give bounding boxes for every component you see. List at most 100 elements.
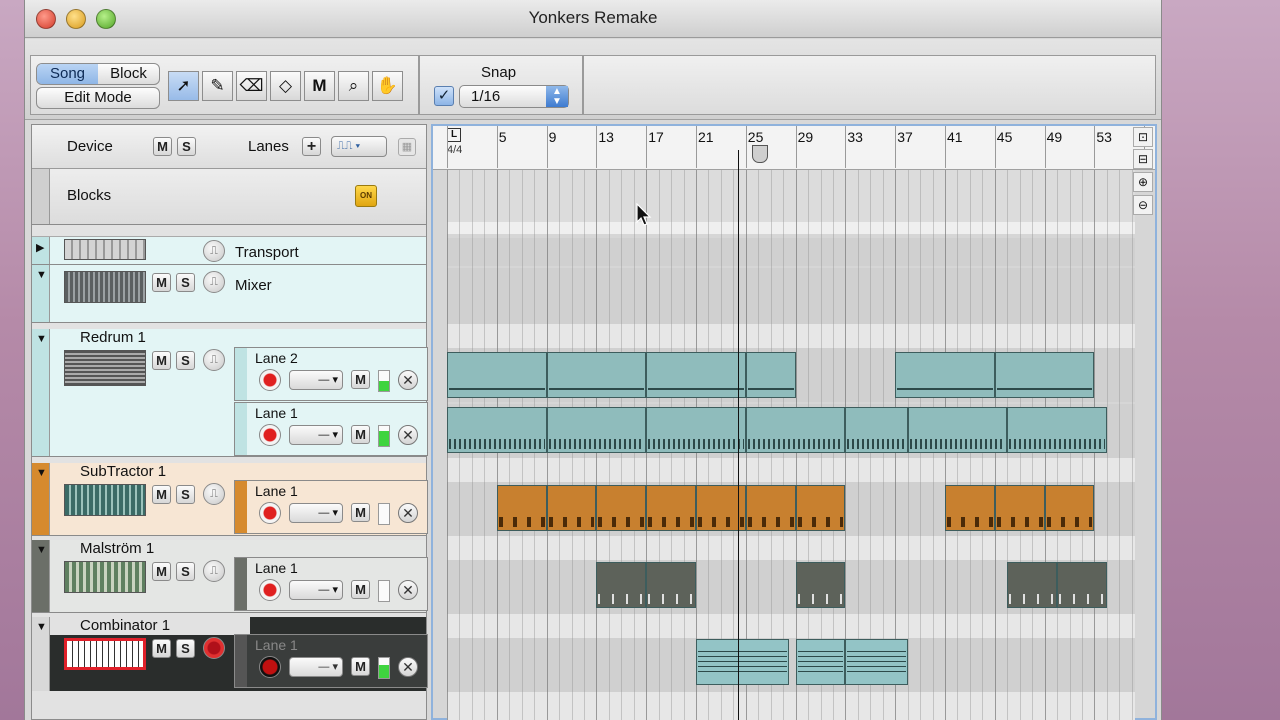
pattern-clip[interactable]: [1007, 562, 1058, 608]
pattern-clip[interactable]: [646, 562, 696, 608]
pattern-clip[interactable]: [907, 407, 1008, 453]
lane-view-icon[interactable]: ⊟: [1133, 149, 1153, 169]
pattern-clip[interactable]: [845, 639, 908, 685]
combinator-solo-button[interactable]: S: [176, 639, 195, 658]
pattern-clip[interactable]: [945, 485, 995, 531]
lane-handle[interactable]: [235, 348, 247, 400]
delete-lane-icon[interactable]: ✕: [398, 580, 418, 600]
collapse-arrow-icon[interactable]: ▼: [36, 333, 47, 345]
pattern-clip[interactable]: [994, 352, 1095, 398]
record-enable-button[interactable]: [259, 656, 281, 678]
lane-dropdown[interactable]: — ▾: [289, 370, 343, 390]
lane-mute-button[interactable]: M: [351, 370, 370, 389]
lane-dropdown[interactable]: — ▾: [289, 503, 343, 523]
lane-dropdown[interactable]: — ▾: [289, 580, 343, 600]
pattern-clip[interactable]: [795, 562, 846, 608]
zoom-out-icon[interactable]: ⊖: [1133, 195, 1153, 215]
hand-tool-icon[interactable]: ✋: [372, 71, 403, 101]
pattern-clip[interactable]: [895, 352, 995, 398]
mute-tool-icon[interactable]: M: [304, 71, 335, 101]
pattern-clip[interactable]: [546, 485, 597, 531]
collapse-arrow-icon[interactable]: ▼: [36, 467, 47, 479]
solo-all-button[interactable]: S: [177, 137, 196, 156]
track-options-icon[interactable]: ⎍: [203, 560, 225, 582]
lane-dropdown[interactable]: — ▾: [289, 425, 343, 445]
track-options-icon[interactable]: ⎍: [203, 240, 225, 262]
pattern-clip[interactable]: [994, 485, 1045, 531]
pattern-clip[interactable]: [795, 639, 846, 685]
song-position-line[interactable]: [738, 150, 739, 720]
block-mode-button[interactable]: Block: [98, 64, 159, 84]
pattern-clip[interactable]: [447, 352, 547, 398]
left-locator-marker[interactable]: L: [447, 128, 461, 142]
sequencer-arrangement[interactable]: L 4/4 5 9 13 17 21 25 29 33 37 41 45 49 53 ⊡ ⊟ ⊕ ⊖: [431, 124, 1157, 720]
delete-lane-icon[interactable]: ✕: [398, 503, 418, 523]
snap-value-select[interactable]: 1/16 ▲ ▼: [459, 85, 569, 108]
pattern-clip[interactable]: [646, 407, 746, 453]
track-options-icon[interactable]: ⎍: [203, 349, 225, 371]
redrum-mute-button[interactable]: M: [152, 351, 171, 370]
malstrom-solo-button[interactable]: S: [176, 562, 195, 581]
edit-mode-button[interactable]: Edit Mode: [36, 87, 160, 109]
pattern-clip[interactable]: [745, 352, 796, 398]
subtractor-mute-button[interactable]: M: [152, 485, 171, 504]
lane-mute-button[interactable]: M: [351, 657, 370, 676]
snap-checkbox[interactable]: ✓: [434, 86, 454, 106]
pattern-clip[interactable]: [496, 485, 547, 531]
record-enable-button[interactable]: [259, 424, 281, 446]
view-toggle-icon[interactable]: ⊡: [1133, 127, 1153, 147]
pattern-clip[interactable]: [745, 407, 846, 453]
collapse-arrow-icon[interactable]: ▼: [36, 621, 47, 633]
combinator-mute-button[interactable]: M: [152, 639, 171, 658]
pattern-clip[interactable]: [596, 485, 647, 531]
lane-mute-button[interactable]: M: [351, 580, 370, 599]
mixer-solo-button[interactable]: S: [176, 273, 195, 292]
magnify-tool-icon[interactable]: ⌕: [338, 71, 369, 101]
pattern-clip[interactable]: [795, 485, 846, 531]
stepper-icon[interactable]: ▲ ▼: [546, 86, 568, 107]
subtractor-solo-button[interactable]: S: [176, 485, 195, 504]
mute-all-button[interactable]: M: [153, 137, 172, 156]
pattern-clip[interactable]: [1007, 407, 1107, 453]
lane-options-icon[interactable]: ▦: [398, 138, 416, 156]
record-enable-button[interactable]: [259, 579, 281, 601]
timeline-ruler[interactable]: L 4/4 5 9 13 17 21 25 29 33 37 41 45 49 53: [433, 126, 1155, 170]
song-mode-button[interactable]: Song: [37, 64, 98, 84]
add-lane-button[interactable]: +: [302, 137, 321, 156]
lane-mute-button[interactable]: M: [351, 503, 370, 522]
pattern-clip[interactable]: [447, 407, 547, 453]
eraser-tool-icon[interactable]: ⌫: [236, 71, 267, 101]
redrum-solo-button[interactable]: S: [176, 351, 195, 370]
malstrom-mute-button[interactable]: M: [152, 562, 171, 581]
pattern-clip[interactable]: [845, 407, 908, 453]
lane-handle[interactable]: [235, 481, 247, 533]
arrow-tool-icon[interactable]: ➚: [168, 71, 199, 101]
pattern-clip[interactable]: [596, 562, 647, 608]
pencil-tool-icon[interactable]: ✎: [202, 71, 233, 101]
track-record-icon[interactable]: [203, 637, 225, 659]
delete-lane-icon[interactable]: ✕: [398, 370, 418, 390]
mixer-mute-button[interactable]: M: [152, 273, 171, 292]
collapse-arrow-icon[interactable]: ▼: [36, 544, 47, 556]
pattern-clip[interactable]: [646, 485, 696, 531]
razor-tool-icon[interactable]: ◇: [270, 71, 301, 101]
pattern-clip[interactable]: [1057, 562, 1107, 608]
record-enable-button[interactable]: [259, 502, 281, 524]
pattern-clip[interactable]: [546, 352, 647, 398]
lane-type-dropdown[interactable]: ⎍⎍ ▾: [331, 136, 387, 157]
delete-lane-icon[interactable]: ✕: [398, 425, 418, 445]
expand-arrow-icon[interactable]: ▶: [36, 241, 44, 254]
pattern-clip[interactable]: [546, 407, 647, 453]
lane-dropdown[interactable]: — ▾: [289, 657, 343, 677]
delete-lane-icon[interactable]: ✕: [398, 657, 418, 677]
pattern-clip[interactable]: [745, 485, 796, 531]
blocks-on-toggle[interactable]: ON: [355, 185, 377, 207]
record-enable-button[interactable]: [259, 369, 281, 391]
track-options-icon[interactable]: ⎍: [203, 271, 225, 293]
lane-handle[interactable]: [235, 635, 247, 687]
lane-handle[interactable]: [235, 558, 247, 610]
pattern-clip[interactable]: [1044, 485, 1095, 531]
song-position-handle[interactable]: [752, 145, 768, 163]
lane-mute-button[interactable]: M: [351, 425, 370, 444]
collapse-arrow-icon[interactable]: ▼: [36, 269, 47, 281]
